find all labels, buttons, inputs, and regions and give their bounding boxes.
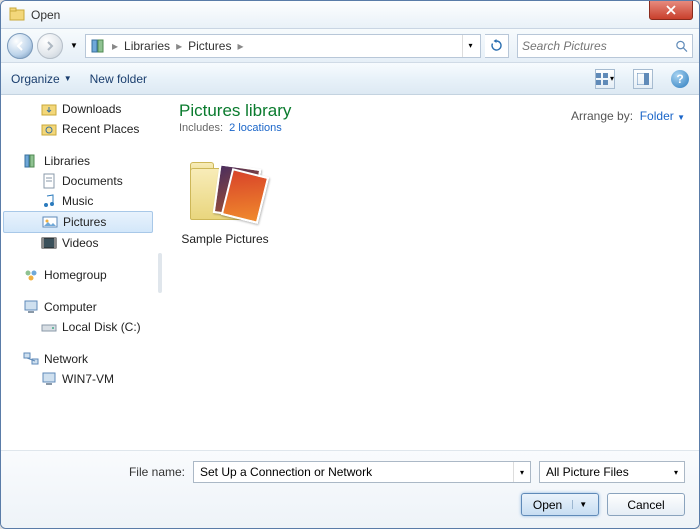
sidebar-item-music[interactable]: Music bbox=[1, 191, 155, 211]
chevron-down-icon: ▼ bbox=[572, 500, 587, 509]
chevron-down-icon: ▾ bbox=[520, 468, 524, 477]
splitter[interactable] bbox=[155, 95, 165, 450]
navbar: ▼ ▸ Libraries ▸ Pictures ▸ ▾ bbox=[1, 29, 699, 63]
filename-input[interactable] bbox=[194, 465, 513, 479]
titlebar: Open bbox=[1, 1, 699, 29]
refresh-icon bbox=[490, 39, 503, 52]
sidebar-item-pictures[interactable]: Pictures bbox=[3, 211, 153, 233]
computer-icon bbox=[41, 371, 57, 387]
filename-label: File name: bbox=[15, 465, 185, 479]
nav-history-dropdown[interactable]: ▼ bbox=[67, 34, 81, 58]
sidebar-item-libraries[interactable]: Libraries bbox=[1, 151, 155, 171]
window-title: Open bbox=[31, 8, 695, 22]
homegroup-icon bbox=[23, 267, 39, 283]
folder-icon bbox=[186, 162, 264, 226]
breadcrumb-sep[interactable]: ▸ bbox=[174, 39, 184, 53]
refresh-button[interactable] bbox=[485, 34, 509, 58]
pictures-icon bbox=[42, 214, 58, 230]
toolbar: Organize ▼ New folder ▾ ? bbox=[1, 63, 699, 95]
sidebar-item-localdisk[interactable]: Local Disk (C:) bbox=[1, 317, 155, 337]
close-button[interactable] bbox=[649, 0, 693, 20]
help-button[interactable]: ? bbox=[671, 70, 689, 88]
sidebar-item-recent[interactable]: Recent Places bbox=[1, 119, 155, 139]
chevron-down-icon: ▾ bbox=[610, 74, 614, 83]
drive-icon bbox=[41, 319, 57, 335]
sidebar-item-computer[interactable]: Computer bbox=[1, 297, 155, 317]
preview-pane-icon bbox=[637, 73, 649, 85]
thumbnails-icon bbox=[596, 73, 608, 85]
videos-icon bbox=[41, 235, 57, 251]
footer: File name: ▾ All Picture Files▾ Open▼ Ca… bbox=[1, 450, 699, 528]
sidebar-item-win7vm[interactable]: WIN7-VM bbox=[1, 369, 155, 389]
libraries-icon bbox=[90, 37, 108, 55]
library-subtitle: Includes: 2 locations bbox=[179, 122, 685, 134]
documents-icon bbox=[41, 173, 57, 189]
body: Downloads Recent Places Libraries Docume… bbox=[1, 95, 699, 450]
content-area[interactable]: Pictures library Includes: 2 locations A… bbox=[165, 95, 699, 450]
arrange-by: Arrange by: Folder ▼ bbox=[571, 109, 685, 123]
chevron-down-icon: ▼ bbox=[677, 113, 685, 122]
sidebar-item-documents[interactable]: Documents bbox=[1, 171, 155, 191]
preview-pane-button[interactable] bbox=[633, 69, 653, 89]
filetype-filter[interactable]: All Picture Files▾ bbox=[539, 461, 685, 483]
arrow-right-icon bbox=[44, 40, 56, 52]
breadcrumb-pictures[interactable]: Pictures bbox=[184, 39, 235, 53]
help-icon: ? bbox=[676, 72, 683, 86]
search-input[interactable] bbox=[522, 39, 675, 53]
filename-dropdown[interactable]: ▾ bbox=[513, 462, 530, 482]
search-box[interactable] bbox=[517, 34, 693, 58]
breadcrumb-libraries[interactable]: Libraries bbox=[120, 39, 174, 53]
chevron-down-icon: ▼ bbox=[64, 74, 72, 83]
sidebar-item-network[interactable]: Network bbox=[1, 349, 155, 369]
breadcrumb-sep[interactable]: ▸ bbox=[235, 39, 245, 53]
open-dialog: Open ▼ ▸ Libraries ▸ Pictures ▸ ▾ Organi… bbox=[0, 0, 700, 529]
open-button[interactable]: Open▼ bbox=[521, 493, 599, 516]
filename-combobox[interactable]: ▾ bbox=[193, 461, 531, 483]
items-grid: Sample Pictures bbox=[179, 162, 685, 246]
folder-label: Sample Pictures bbox=[179, 232, 271, 246]
network-icon bbox=[23, 351, 39, 367]
locations-link[interactable]: 2 locations bbox=[229, 122, 282, 134]
sidebar-item-videos[interactable]: Videos bbox=[1, 233, 155, 253]
chevron-down-icon: ▾ bbox=[468, 41, 472, 50]
breadcrumb-dropdown[interactable]: ▾ bbox=[462, 35, 478, 57]
app-icon bbox=[9, 7, 25, 23]
breadcrumb[interactable]: ▸ Libraries ▸ Pictures ▸ ▾ bbox=[85, 34, 481, 58]
breadcrumb-sep[interactable]: ▸ bbox=[110, 39, 120, 53]
forward-button[interactable] bbox=[37, 33, 63, 59]
cancel-button[interactable]: Cancel bbox=[607, 493, 685, 516]
view-mode-button[interactable]: ▾ bbox=[595, 69, 615, 89]
music-icon bbox=[41, 193, 57, 209]
sidebar[interactable]: Downloads Recent Places Libraries Docume… bbox=[1, 95, 155, 450]
folder-sample-pictures[interactable]: Sample Pictures bbox=[179, 162, 271, 246]
organize-button[interactable]: Organize ▼ bbox=[11, 72, 72, 86]
sidebar-item-downloads[interactable]: Downloads bbox=[1, 99, 155, 119]
back-button[interactable] bbox=[7, 33, 33, 59]
computer-icon bbox=[23, 299, 39, 315]
new-folder-button[interactable]: New folder bbox=[90, 72, 147, 86]
search-icon bbox=[675, 39, 688, 53]
arrange-by-dropdown[interactable]: Folder ▼ bbox=[640, 109, 685, 123]
chevron-down-icon: ▼ bbox=[70, 41, 78, 50]
chevron-down-icon: ▾ bbox=[674, 468, 678, 477]
folder-icon bbox=[41, 101, 57, 117]
recent-icon bbox=[41, 121, 57, 137]
close-icon bbox=[666, 5, 676, 15]
arrow-left-icon bbox=[14, 40, 26, 52]
libraries-icon bbox=[23, 153, 39, 169]
sidebar-item-homegroup[interactable]: Homegroup bbox=[1, 265, 155, 285]
